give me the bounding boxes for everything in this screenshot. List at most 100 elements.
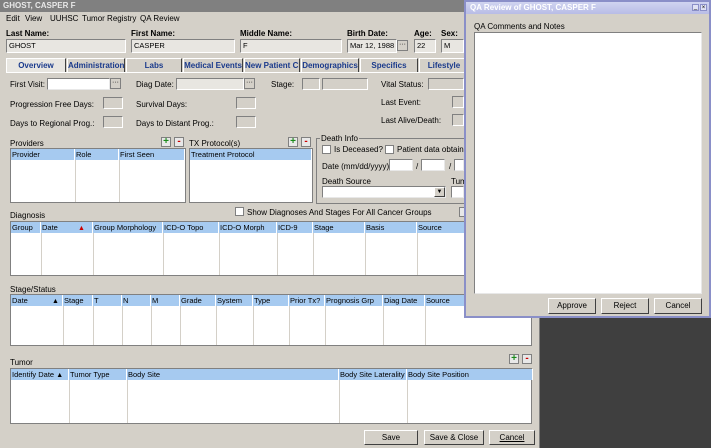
qa-cancel-button[interactable]: Cancel xyxy=(654,298,702,314)
remove-tx-protocol-button[interactable]: - xyxy=(301,137,311,147)
date-separator: / xyxy=(416,162,419,171)
tab-labs[interactable]: Labs xyxy=(126,58,182,72)
close-icon[interactable]: × xyxy=(700,4,707,11)
stage-status-table[interactable]: Date ▲ Stage T N M Grade System Type Pri… xyxy=(10,294,533,346)
providers-col-first-seen[interactable]: First Seen xyxy=(119,149,185,160)
remove-provider-button[interactable]: - xyxy=(174,137,184,147)
menu-view[interactable]: View xyxy=(25,13,42,25)
first-visit-picker-button[interactable]: ··· xyxy=(110,78,121,89)
diag-col-date[interactable]: Date ▲ xyxy=(41,222,93,233)
vital-status-label: Vital Status: xyxy=(381,80,424,89)
death-day-field[interactable] xyxy=(421,159,445,171)
stage-status-title: Stage/Status xyxy=(10,285,56,294)
last-alive-field xyxy=(452,114,464,126)
stage-col-grade[interactable]: Grade xyxy=(180,295,216,306)
tab-new-patient[interactable]: New Patient Ch xyxy=(244,58,300,72)
save-close-button[interactable]: Save & Close xyxy=(424,430,484,445)
diag-col-stage[interactable]: Stage xyxy=(313,222,365,233)
diag-col-group-morphology[interactable]: Group Morphology xyxy=(93,222,163,233)
menu-qa-review[interactable]: QA Review xyxy=(140,13,180,25)
last-alive-label: Last Alive/Death: xyxy=(381,116,442,125)
show-all-diagnoses-label: Show Diagnoses And Stages For All Cancer… xyxy=(247,208,432,217)
col-divider xyxy=(277,233,278,275)
stage-col-prior-tx[interactable]: Prior Tx? xyxy=(289,295,325,306)
last-name-field[interactable]: GHOST xyxy=(6,39,126,53)
death-year-field[interactable] xyxy=(454,159,464,171)
show-all-diagnoses-checkbox[interactable] xyxy=(235,207,244,216)
patient-window: GHOST, CASPER F Edit View UUHSC Tumor Re… xyxy=(0,0,540,448)
tab-specifics[interactable]: Specifics xyxy=(360,58,418,72)
minimize-icon[interactable]: _ xyxy=(692,4,699,11)
stage-col-prognosis-grp[interactable]: Prognosis Grp xyxy=(325,295,383,306)
death-source-select[interactable] xyxy=(322,186,446,198)
stage-col-diag-date[interactable]: Diag Date xyxy=(383,295,425,306)
tumor-col-body-site[interactable]: Body Site xyxy=(127,369,339,380)
tab-administration[interactable]: Administration xyxy=(67,58,125,72)
stage-detail-field[interactable] xyxy=(322,78,368,90)
stage-col-n[interactable]: N xyxy=(122,295,151,306)
diagnosis-table[interactable]: Group Date ▲ Group Morphology ICD-O Topo… xyxy=(10,221,533,276)
stage-col-m[interactable]: M xyxy=(151,295,180,306)
is-deceased-checkbox[interactable] xyxy=(322,145,331,154)
stage-col-date[interactable]: Date ▲ xyxy=(11,295,63,306)
diag-date-field[interactable] xyxy=(176,78,244,90)
patient-data-checkbox[interactable] xyxy=(385,145,394,154)
col-divider xyxy=(219,233,220,275)
first-name-field[interactable]: CASPER xyxy=(131,39,235,53)
middle-name-label: Middle Name: xyxy=(240,29,293,38)
stage-field[interactable] xyxy=(302,78,320,90)
add-tumor-button[interactable]: + xyxy=(509,354,519,364)
chevron-down-icon[interactable]: ▼ xyxy=(434,187,445,197)
middle-name-field[interactable]: F xyxy=(240,39,342,53)
tumor-col-identify-date[interactable]: Identify Date ▲ xyxy=(11,369,69,380)
diag-col-group[interactable]: Group xyxy=(11,222,41,233)
providers-col-role[interactable]: Role xyxy=(75,149,119,160)
diag-col-basis[interactable]: Basis xyxy=(365,222,417,233)
stage-col-type[interactable]: Type xyxy=(253,295,289,306)
birth-date-picker-button[interactable]: ··· xyxy=(397,40,408,51)
sex-field[interactable]: M xyxy=(441,39,464,53)
col-divider xyxy=(75,160,76,202)
add-provider-button[interactable]: + xyxy=(161,137,171,147)
stage-col-t[interactable]: T xyxy=(93,295,122,306)
tx-protocol-table[interactable]: Treatment Protocol xyxy=(189,148,313,203)
cancel-button[interactable]: Cancel xyxy=(489,430,535,445)
death-source-label: Death Source xyxy=(322,177,371,186)
providers-col-provider[interactable]: Provider xyxy=(11,149,75,160)
death-tumor-field[interactable] xyxy=(451,186,464,198)
providers-table[interactable]: Provider Role First Seen xyxy=(10,148,186,203)
tumor-col-body-site-laterality[interactable]: Body Site Laterality xyxy=(339,369,407,380)
save-button[interactable]: Save xyxy=(364,430,418,445)
stage-col-system[interactable]: System xyxy=(216,295,253,306)
diag-col-icdo-topo[interactable]: ICD-O Topo xyxy=(163,222,219,233)
tab-medical-events[interactable]: Medical Events xyxy=(183,58,243,72)
first-visit-field[interactable] xyxy=(47,78,110,90)
remove-tumor-button[interactable]: - xyxy=(522,354,532,364)
diag-date-picker-button[interactable]: ··· xyxy=(244,78,255,89)
tx-col-treatment-protocol[interactable]: Treatment Protocol xyxy=(190,149,312,160)
death-month-field[interactable] xyxy=(389,159,413,171)
tab-demographics[interactable]: Demographics xyxy=(301,58,359,72)
menu-tumor-registry[interactable]: Tumor Registry xyxy=(82,13,136,25)
reject-button[interactable]: Reject xyxy=(601,298,649,314)
tab-overview[interactable]: Overview xyxy=(6,58,66,72)
tumor-col-body-site-position[interactable]: Body Site Position xyxy=(407,369,533,380)
col-divider xyxy=(41,233,42,275)
add-tx-protocol-button[interactable]: + xyxy=(288,137,298,147)
menu-uuhsc[interactable]: UUHSC xyxy=(50,13,78,25)
col-divider xyxy=(151,306,152,345)
tumor-col-tumor-type[interactable]: Tumor Type xyxy=(69,369,127,380)
last-event-field xyxy=(452,96,464,108)
diag-col-icd9[interactable]: ICD-9 xyxy=(277,222,313,233)
birth-date-field[interactable]: Mar 12, 1988 xyxy=(347,39,397,53)
menu-edit[interactable]: Edit xyxy=(6,13,20,25)
tx-protocol-title: TX Protocol(s) xyxy=(189,139,241,148)
qa-comments-textarea[interactable] xyxy=(474,32,702,294)
diag-col-icdo-morph[interactable]: ICD-O Morph xyxy=(219,222,277,233)
vital-status-field[interactable] xyxy=(428,78,464,90)
col-divider xyxy=(119,160,120,202)
stage-col-stage[interactable]: Stage xyxy=(63,295,93,306)
approve-button[interactable]: Approve xyxy=(548,298,596,314)
tab-lifestyle[interactable]: Lifestyle xyxy=(419,58,469,72)
tumor-table[interactable]: Identify Date ▲ Tumor Type Body Site Bod… xyxy=(10,368,533,424)
